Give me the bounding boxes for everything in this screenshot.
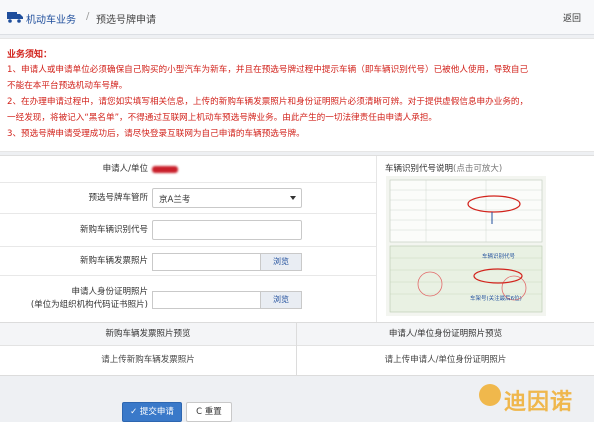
applicant-name-redacted (152, 166, 178, 173)
notice-line-5: 3、预选号牌申请受理成功后，请尽快登录互联网为自己申请的车辆预选号牌。 (7, 129, 305, 139)
vin-annotation-2: 车架号(关注最后6位) (470, 294, 522, 302)
truck-icon (7, 12, 23, 23)
reset-button[interactable]: C 重置 (186, 402, 232, 422)
invoice-preview-heading: 新购车辆发票照片预览 (0, 323, 296, 346)
id-photo-row: 申请人身份证明照片 (单位为组织机构代码证书照片) 浏览 (0, 276, 376, 322)
back-link[interactable]: 返回 (563, 11, 581, 24)
id-photo-label: 申请人身份证明照片 (71, 287, 148, 297)
check-icon: ✓ (130, 407, 140, 417)
photo-preview-section: 新购车辆发票照片预览 申请人/单位身份证明照片预览 请上传新购车辆发票照片 请上… (0, 322, 594, 376)
submit-application-button[interactable]: ✓ 提交申请 (122, 402, 182, 422)
notice-line-1: 1、申请人或申请单位必须确保自己购买的小型汽车为新车，并且在预选号牌过程中提示车… (7, 65, 529, 75)
vin-help-hint: (点击可放大) (453, 164, 503, 174)
applicant-label: 申请人/单位 (102, 164, 148, 174)
vin-help-panel: 车辆识别代号说明(点击可放大) 车辆识别代号 车架号(关注最后6位) (376, 156, 594, 322)
vin-input[interactable] (152, 220, 302, 240)
chevron-down-icon (290, 196, 296, 200)
notice-line-3: 2、在办理申请过程中，请您如实填写相关信息，上传的新购车辆发票照片和身份证明照片… (7, 97, 529, 107)
vin-help-heading: 车辆识别代号说明(点击可放大) (385, 162, 502, 174)
preview-divider (296, 323, 297, 375)
breadcrumb-separator: / (86, 11, 90, 22)
business-notice: 业务须知： 1、申请人或申请单位必须确保自己购买的小型汽车为新车，并且在预选号牌… (0, 38, 594, 152)
breadcrumb-vehicle-business[interactable]: 机动车业务 (26, 11, 76, 26)
breadcrumb-plate-preselect: 预选号牌申请 (96, 15, 156, 26)
id-photo-file-input[interactable] (152, 291, 261, 309)
invoice-file-input[interactable] (152, 253, 261, 271)
vin-row: 新购车辆识别代号 (0, 214, 376, 247)
applicant-row: 申请人/单位 (0, 156, 376, 183)
office-label: 预选号牌车管所 (88, 193, 148, 203)
watermark-logo-icon (479, 384, 501, 406)
invoice-preview-placeholder: 请上传新购车辆发票照片 (101, 355, 195, 365)
submit-label: 提交申请 (139, 407, 174, 417)
application-form: 申请人/单位 预选号牌车管所 京A兰考 新购车辆识别代号 新购车辆发票照片 浏览… (0, 155, 594, 322)
form-fields: 申请人/单位 预选号牌车管所 京A兰考 新购车辆识别代号 新购车辆发票照片 浏览… (0, 156, 376, 322)
vin-certificate-image[interactable]: 车辆识别代号 车架号(关注最后6位) (386, 176, 546, 316)
id-photo-browse-button[interactable]: 浏览 (260, 291, 302, 309)
notice-line-4: 一经发现，将被记入“黑名单”，不得通过互联网上机动车预选号牌业务。由此产生的一切… (7, 113, 438, 123)
invoice-label: 新购车辆发票照片 (79, 256, 148, 266)
vin-annotation-1: 车辆识别代号 (482, 252, 516, 260)
invoice-browse-button[interactable]: 浏览 (260, 253, 302, 271)
watermark-text: 迪因诺 (504, 390, 574, 415)
notice-line-2: 不能在本平台预选机动车号牌。 (7, 81, 128, 91)
office-select[interactable]: 京A兰考 (152, 188, 302, 208)
id-preview-placeholder: 请上传申请人/单位身份证明照片 (384, 355, 507, 365)
invoice-row: 新购车辆发票照片 浏览 (0, 247, 376, 276)
vin-help-title: 车辆识别代号说明 (385, 164, 454, 174)
office-row: 预选号牌车管所 京A兰考 (0, 183, 376, 214)
id-photo-sublabel: (单位为组织机构代码证书照片) (30, 300, 148, 310)
page-header: 机动车业务 / 预选号牌申请 返回 (0, 0, 594, 35)
id-preview-heading: 申请人/单位身份证明照片预览 (297, 323, 594, 346)
notice-title: 业务须知： (7, 50, 53, 60)
vin-label: 新购车辆识别代号 (79, 225, 148, 235)
office-select-value: 京A兰考 (159, 195, 191, 205)
